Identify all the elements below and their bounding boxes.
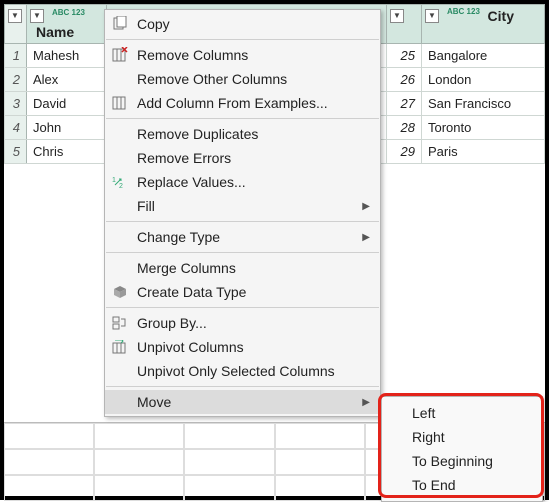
submenu-item-to-beginning[interactable]: To Beginning xyxy=(382,449,542,473)
menu-label: Remove Other Columns xyxy=(137,71,370,87)
remove-columns-icon xyxy=(109,46,131,64)
cell-name[interactable]: David xyxy=(27,92,107,116)
menu-label: Add Column From Examples... xyxy=(137,95,370,111)
blank-icon xyxy=(109,70,131,88)
submenu-label: To End xyxy=(412,477,456,493)
column-header-age[interactable]: ▼ xyxy=(387,5,422,44)
submenu-label: Right xyxy=(412,429,445,445)
menu-label: Unpivot Only Selected Columns xyxy=(137,363,370,379)
menu-label: Remove Errors xyxy=(137,150,370,166)
cell-city[interactable]: Bangalore xyxy=(422,44,545,68)
chevron-down-icon[interactable]: ▼ xyxy=(30,9,44,23)
row-number: 3 xyxy=(5,92,27,116)
cell-age[interactable]: 25 xyxy=(387,44,422,68)
submenu-item-to-end[interactable]: To End xyxy=(382,473,542,497)
menu-item-remove-other-columns[interactable]: Remove Other Columns xyxy=(105,67,380,91)
menu-label: Unpivot Columns xyxy=(137,339,370,355)
cell-city[interactable]: Paris xyxy=(422,140,545,164)
blank-icon xyxy=(109,149,131,167)
blank-icon xyxy=(109,393,131,411)
blank-icon xyxy=(109,197,131,215)
group-by-icon xyxy=(109,314,131,332)
row-number: 1 xyxy=(5,44,27,68)
type-icon: ABC 123 xyxy=(447,8,480,16)
submenu-item-right[interactable]: Right xyxy=(382,425,542,449)
menu-item-add-column-from-examples[interactable]: Add Column From Examples... xyxy=(105,91,380,115)
chevron-down-icon[interactable]: ▼ xyxy=(425,9,439,23)
cell-age[interactable]: 26 xyxy=(387,68,422,92)
column-header-city[interactable]: ▼ ABC 123 City xyxy=(422,5,545,44)
cell-age[interactable]: 29 xyxy=(387,140,422,164)
rownum-header[interactable]: ▼ xyxy=(5,5,27,44)
menu-item-remove-errors[interactable]: Remove Errors xyxy=(105,146,380,170)
menu-label: Remove Duplicates xyxy=(137,126,370,142)
blank-icon xyxy=(109,362,131,380)
menu-label: Create Data Type xyxy=(137,284,370,300)
menu-item-fill[interactable]: Fill ▶ xyxy=(105,194,380,218)
row-number: 5 xyxy=(5,140,27,164)
chevron-down-icon[interactable]: ▼ xyxy=(8,9,22,23)
column-header-name[interactable]: ▼ ABC 123 Name xyxy=(27,5,107,44)
chevron-right-icon: ▶ xyxy=(362,397,370,408)
menu-item-remove-duplicates[interactable]: Remove Duplicates xyxy=(105,122,380,146)
menu-label: Copy xyxy=(137,16,370,32)
svg-text:1: 1 xyxy=(112,177,116,184)
menu-item-remove-columns[interactable]: Remove Columns xyxy=(105,43,380,67)
menu-item-replace-values[interactable]: 12 Replace Values... xyxy=(105,170,380,194)
menu-item-copy[interactable]: Copy xyxy=(105,12,380,36)
data-type-icon xyxy=(109,283,131,301)
cell-name[interactable]: Mahesh xyxy=(27,44,107,68)
menu-label: Replace Values... xyxy=(137,174,370,190)
menu-separator xyxy=(106,118,379,119)
unpivot-icon xyxy=(109,338,131,356)
type-icon: ABC 123 xyxy=(52,9,85,17)
blank-icon xyxy=(109,125,131,143)
row-number: 2 xyxy=(5,68,27,92)
column-label: Name xyxy=(36,24,74,40)
cell-name[interactable]: John xyxy=(27,116,107,140)
cell-city[interactable]: London xyxy=(422,68,545,92)
menu-item-unpivot-columns[interactable]: Unpivot Columns xyxy=(105,335,380,359)
cell-age[interactable]: 27 xyxy=(387,92,422,116)
menu-separator xyxy=(106,307,379,308)
column-label: City xyxy=(488,8,514,24)
chevron-right-icon: ▶ xyxy=(362,232,370,243)
menu-separator xyxy=(106,39,379,40)
menu-item-move[interactable]: Move ▶ xyxy=(105,390,380,414)
menu-item-change-type[interactable]: Change Type ▶ xyxy=(105,225,380,249)
submenu-label: Left xyxy=(412,405,435,421)
menu-separator xyxy=(106,221,379,222)
blank-icon xyxy=(109,259,131,277)
menu-label: Group By... xyxy=(137,315,370,331)
menu-label: Merge Columns xyxy=(137,260,370,276)
row-number: 4 xyxy=(5,116,27,140)
blank-icon xyxy=(109,228,131,246)
svg-text:2: 2 xyxy=(119,183,123,189)
copy-icon xyxy=(109,15,131,33)
menu-item-group-by[interactable]: Group By... xyxy=(105,311,380,335)
menu-label: Fill xyxy=(137,198,362,214)
submenu-label: To Beginning xyxy=(412,453,493,469)
menu-label: Change Type xyxy=(137,229,362,245)
submenu-item-left[interactable]: Left xyxy=(382,401,542,425)
menu-separator xyxy=(106,386,379,387)
menu-item-create-data-type[interactable]: Create Data Type xyxy=(105,280,380,304)
context-menu: Copy Remove Columns Remove Other Columns… xyxy=(104,9,381,417)
cell-city[interactable]: Toronto xyxy=(422,116,545,140)
menu-item-merge-columns[interactable]: Merge Columns xyxy=(105,256,380,280)
cell-city[interactable]: San Francisco xyxy=(422,92,545,116)
menu-item-unpivot-selected[interactable]: Unpivot Only Selected Columns xyxy=(105,359,380,383)
cell-age[interactable]: 28 xyxy=(387,116,422,140)
move-submenu: Left Right To Beginning To End xyxy=(381,396,543,502)
chevron-down-icon[interactable]: ▼ xyxy=(390,9,404,23)
menu-separator xyxy=(106,252,379,253)
cell-name[interactable]: Alex xyxy=(27,68,107,92)
cell-name[interactable]: Chris xyxy=(27,140,107,164)
replace-values-icon: 12 xyxy=(109,173,131,191)
chevron-right-icon: ▶ xyxy=(362,201,370,212)
menu-label: Remove Columns xyxy=(137,47,370,63)
add-column-icon xyxy=(109,94,131,112)
menu-label: Move xyxy=(137,394,362,410)
